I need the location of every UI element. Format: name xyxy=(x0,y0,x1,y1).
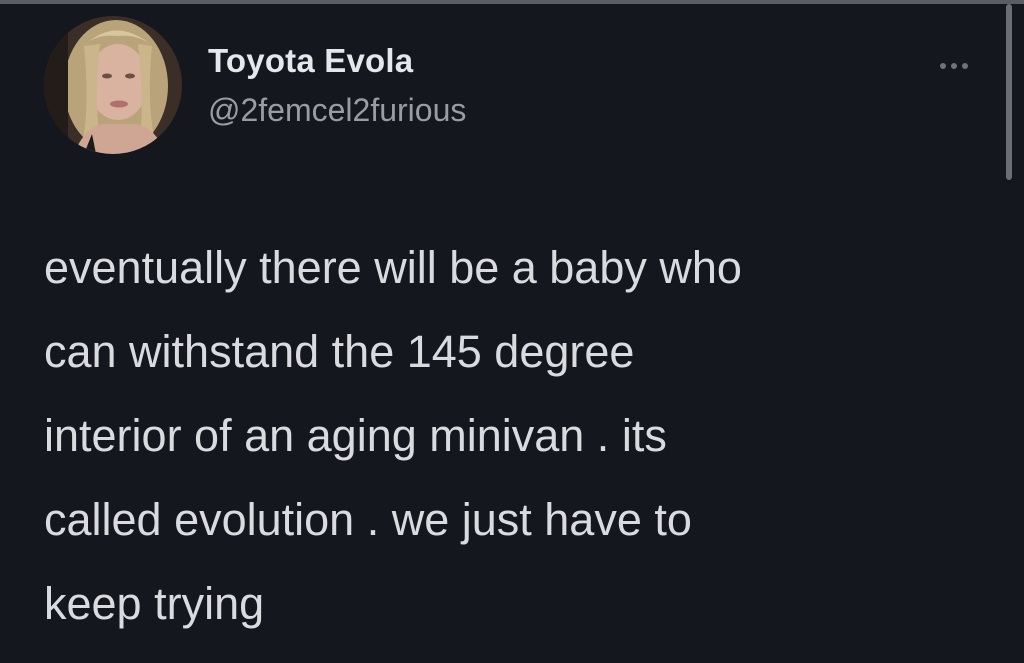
author-display-name[interactable]: Toyota Evola xyxy=(208,42,413,80)
scrollbar[interactable] xyxy=(1006,4,1012,180)
more-horizontal-icon xyxy=(940,63,946,69)
author-avatar[interactable] xyxy=(44,16,182,154)
tweet-text: eventually there will be a baby who can … xyxy=(44,242,742,629)
profile-photo-icon xyxy=(44,16,182,154)
tweet-card: Toyota Evola @2femcel2furious eventually… xyxy=(0,4,1024,663)
more-options-button[interactable] xyxy=(930,54,978,78)
author-handle[interactable]: @2femcel2furious xyxy=(208,92,466,129)
